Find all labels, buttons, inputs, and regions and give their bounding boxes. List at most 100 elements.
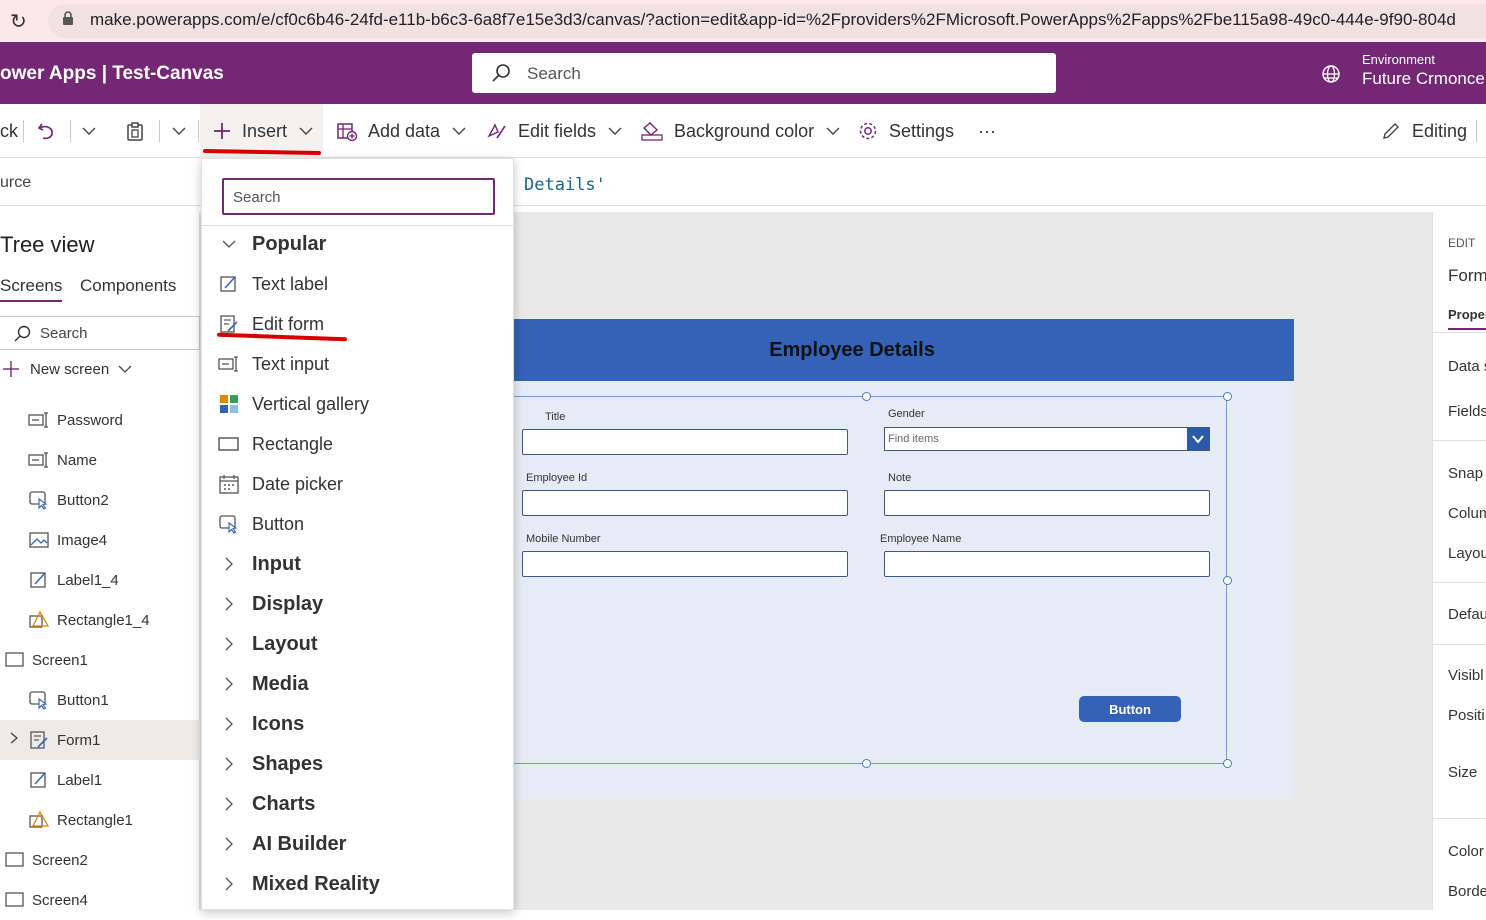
formula-input[interactable]: Details' xyxy=(524,175,606,195)
chevron-down-icon xyxy=(450,122,468,140)
more-button[interactable]: ··· xyxy=(978,104,996,158)
screen-icon xyxy=(4,889,26,911)
group-charts[interactable]: Charts xyxy=(202,784,515,824)
group-popular[interactable]: Popular xyxy=(202,224,515,264)
mobile-number-field-label: Mobile Number xyxy=(526,533,601,545)
tab-properties[interactable]: Proper xyxy=(1448,307,1486,330)
group-mixed-reality[interactable]: Mixed Reality xyxy=(202,864,515,904)
prop-row[interactable]: Fields xyxy=(1448,403,1486,420)
tree-item-rectangle1-4[interactable]: Rectangle1_4 xyxy=(0,600,200,640)
prop-row[interactable]: Visibl xyxy=(1448,667,1484,684)
text-input-icon xyxy=(28,449,50,471)
prop-row[interactable]: Colum xyxy=(1448,505,1486,522)
settings-button[interactable]: Settings xyxy=(857,104,954,158)
browser-address-bar: ↻ make.powerapps.com/e/cf0c6b46-24fd-e11… xyxy=(0,0,1486,42)
calendar-icon xyxy=(218,473,240,495)
resize-handle[interactable] xyxy=(1223,576,1232,585)
button-icon xyxy=(28,489,50,511)
background-color-button[interactable]: Background color xyxy=(640,104,842,158)
screen-title-label[interactable]: Employee Details xyxy=(514,339,1190,362)
tree-item-name[interactable]: Name xyxy=(0,440,200,480)
reload-icon[interactable]: ↻ xyxy=(10,9,27,34)
tree-item-image4[interactable]: Image4 xyxy=(0,520,200,560)
menu-item-text-input[interactable]: Text input xyxy=(202,344,515,384)
menu-item-date-picker[interactable]: Date picker xyxy=(202,464,515,504)
insert-search-input[interactable]: Search xyxy=(222,178,495,215)
resize-handle[interactable] xyxy=(1223,759,1232,768)
employee-id-input[interactable] xyxy=(522,490,848,516)
environment-icon[interactable] xyxy=(1320,63,1342,85)
resize-handle[interactable] xyxy=(862,759,871,768)
mobile-number-input[interactable] xyxy=(522,551,848,577)
group-icons[interactable]: Icons xyxy=(202,704,515,744)
more-label: ··· xyxy=(978,120,996,141)
tree-item-label: Rectangle1_4 xyxy=(57,611,150,629)
group-ai-builder[interactable]: AI Builder xyxy=(202,824,515,864)
tab-components[interactable]: Components xyxy=(80,276,176,296)
text-input-icon xyxy=(218,353,240,375)
tree-item-rectangle1[interactable]: Rectangle1 xyxy=(0,800,200,840)
resize-handle[interactable] xyxy=(1223,392,1232,401)
gender-combobox[interactable]: Find items xyxy=(884,427,1210,451)
paste-button[interactable] xyxy=(124,104,146,158)
add-data-button[interactable]: Add data xyxy=(336,104,468,158)
title-input[interactable] xyxy=(522,429,848,455)
insert-search-placeholder: Search xyxy=(233,189,281,206)
prop-row[interactable]: Borde xyxy=(1448,883,1486,900)
undo-button[interactable] xyxy=(36,104,58,158)
resize-handle[interactable] xyxy=(862,392,871,401)
tree-item-form1[interactable]: Form1 xyxy=(0,720,200,760)
menu-item-text-label[interactable]: Text label xyxy=(202,264,515,304)
tree-item-screen1[interactable]: Screen1 xyxy=(0,640,200,680)
tree-item-screen4[interactable]: Screen4 xyxy=(0,880,200,920)
group-input[interactable]: Input xyxy=(202,544,515,584)
group-display[interactable]: Display xyxy=(202,584,515,624)
property-dropdown[interactable]: urce xyxy=(0,174,31,192)
menu-item-edit-form[interactable]: Edit form xyxy=(202,304,515,344)
note-input[interactable] xyxy=(884,490,1210,516)
undo-dropdown[interactable] xyxy=(80,104,98,158)
edit-fields-button[interactable]: Edit fields xyxy=(486,104,624,158)
label-icon xyxy=(218,273,240,295)
chevron-down-icon[interactable] xyxy=(1187,428,1209,450)
prop-row[interactable]: Positi xyxy=(1448,707,1485,724)
tab-screens[interactable]: Screens xyxy=(0,276,63,302)
prop-row[interactable]: Data s xyxy=(1448,358,1486,375)
chevron-right-icon[interactable] xyxy=(8,731,20,749)
tree-item-password[interactable]: Password xyxy=(0,400,200,440)
insert-menu: Search Popular Text label Edit form Text… xyxy=(201,158,515,910)
prop-row[interactable]: Size xyxy=(1448,764,1477,781)
tree-search-placeholder: Search xyxy=(40,325,88,342)
group-media[interactable]: Media xyxy=(202,664,515,704)
tree-item-label1-4[interactable]: Label1_4 xyxy=(0,560,200,600)
group-label: Popular xyxy=(252,232,327,255)
tree-search-input[interactable]: Search xyxy=(0,316,200,350)
tree-item-button2[interactable]: Button2 xyxy=(0,480,200,520)
environment-name[interactable]: Future Crmonce xyxy=(1362,69,1485,89)
menu-item-label: Vertical gallery xyxy=(252,393,370,414)
menu-item-rectangle[interactable]: Rectangle xyxy=(202,424,515,464)
prop-row[interactable]: Color xyxy=(1448,843,1484,860)
chevron-down-icon xyxy=(172,127,186,135)
menu-item-button[interactable]: Button xyxy=(202,504,515,544)
tree-item-button1[interactable]: Button1 xyxy=(0,680,200,720)
employee-name-input[interactable] xyxy=(884,551,1210,577)
new-screen-button[interactable]: New screen xyxy=(0,358,133,380)
menu-item-vertical-gallery[interactable]: Vertical gallery xyxy=(202,384,515,424)
group-layout[interactable]: Layout xyxy=(202,624,515,664)
group-label: Icons xyxy=(252,712,305,735)
tree-item-screen2[interactable]: Screen2 xyxy=(0,840,200,880)
prop-row[interactable]: Layou xyxy=(1448,545,1486,562)
tree-item-label: Button2 xyxy=(57,491,109,509)
prop-row[interactable]: Defau xyxy=(1448,606,1486,623)
prop-row[interactable]: Snap t xyxy=(1448,465,1486,482)
edit-fields-icon xyxy=(486,120,508,142)
header-search-input[interactable]: Search xyxy=(472,53,1056,93)
paste-dropdown[interactable] xyxy=(170,104,188,158)
editing-button[interactable]: Editing xyxy=(1380,104,1467,158)
back-button[interactable]: ck xyxy=(0,104,18,158)
chevron-right-icon xyxy=(218,673,240,695)
group-shapes[interactable]: Shapes xyxy=(202,744,515,784)
canvas-button[interactable]: Button xyxy=(1079,696,1181,722)
tree-item-label1[interactable]: Label1 xyxy=(0,760,200,800)
